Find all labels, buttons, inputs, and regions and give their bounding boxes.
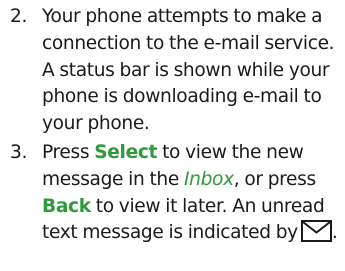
text-fragment: , or press xyxy=(233,168,316,190)
inbox-folder-label: Inbox xyxy=(184,168,234,190)
step-text-line: your phone. xyxy=(42,113,150,135)
text-fragment: to view it later. An unread xyxy=(90,195,325,217)
step-text-line: connection to the e-mail service. xyxy=(42,32,335,54)
step-text-line: phone is downloading e-mail to xyxy=(42,86,322,108)
step-text-line: Back to view it later. An unread xyxy=(42,194,325,221)
step-text-line: text message is indicated by . xyxy=(42,220,338,247)
step-text-line: Your phone attempts to make a xyxy=(42,6,323,27)
back-key-label: Back xyxy=(42,195,91,217)
text-fragment: Press xyxy=(42,142,95,163)
step-text-line: Press Select to view the new xyxy=(42,140,304,167)
text-fragment: text message is indicated by xyxy=(42,222,298,244)
step-text-line: A status bar is shown while your xyxy=(42,59,330,81)
step-number: 2. xyxy=(10,6,28,27)
step-number: 3. xyxy=(10,142,28,163)
select-key-label: Select xyxy=(94,142,158,163)
text-fragment: message in the xyxy=(42,168,185,190)
text-fragment: to view the new xyxy=(157,142,304,163)
text-fragment: . xyxy=(331,222,338,244)
envelope-icon xyxy=(300,220,332,243)
manual-page: 2. Your phone attempts to make a connect… xyxy=(0,0,345,271)
step-text-line: message in the Inbox, or press xyxy=(42,167,316,194)
